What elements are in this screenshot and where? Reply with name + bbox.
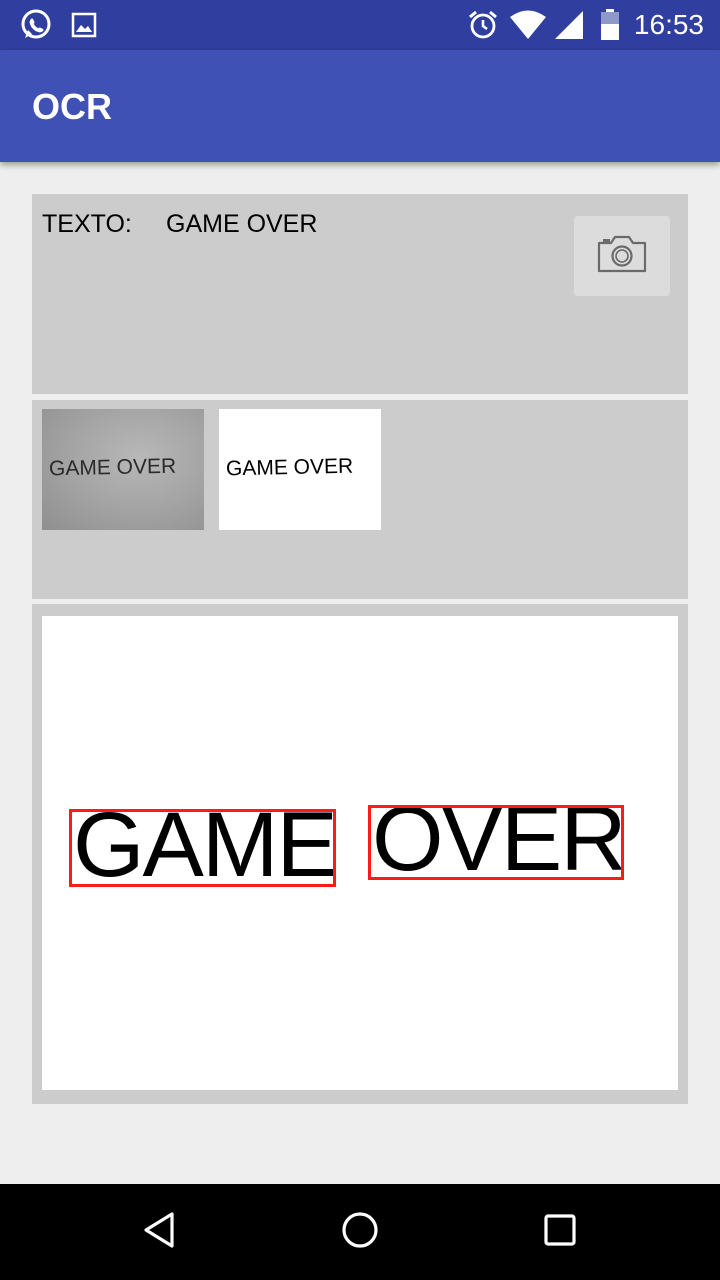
detected-word-1: GAME	[73, 809, 336, 887]
ocr-text-panel: TEXTO: GAME OVER	[32, 194, 688, 394]
detection-canvas: GAME OVER	[42, 616, 678, 1090]
signal-icon	[552, 8, 586, 42]
navigation-bar	[0, 1184, 720, 1280]
alarm-icon	[466, 8, 500, 42]
recognized-text: GAME OVER	[166, 210, 318, 238]
home-icon	[340, 1210, 380, 1255]
clock-time: 16:53	[633, 9, 704, 40]
status-bar: 16:53	[0, 0, 720, 50]
thumbnails-panel: GAME OVER GAME OVER	[32, 400, 688, 599]
recents-icon	[542, 1212, 578, 1253]
gallery-icon	[70, 8, 98, 42]
battery-icon	[598, 8, 622, 42]
back-icon	[140, 1210, 180, 1255]
home-button[interactable]	[330, 1204, 390, 1260]
texto-label: TEXTO:	[42, 210, 132, 238]
back-button[interactable]	[130, 1204, 190, 1260]
camera-icon	[596, 234, 648, 279]
wifi-icon	[508, 8, 548, 42]
processed-image-text: GAME OVER	[225, 454, 354, 481]
original-photo-thumbnail[interactable]: GAME OVER	[42, 409, 204, 530]
word-box-1: GAME	[69, 809, 336, 887]
whatsapp-icon	[18, 8, 54, 42]
processed-image-thumbnail[interactable]: GAME OVER	[219, 409, 381, 530]
app-title: OCR	[32, 86, 112, 127]
word-box-2: OVER	[368, 805, 624, 880]
original-photo-text: GAME OVER	[48, 454, 177, 481]
detected-word-2: OVER	[372, 805, 624, 880]
app-bar: OCR	[0, 50, 720, 162]
recents-button[interactable]	[530, 1204, 590, 1260]
detection-result-panel: GAME OVER	[32, 604, 688, 1104]
camera-button[interactable]	[574, 216, 670, 296]
